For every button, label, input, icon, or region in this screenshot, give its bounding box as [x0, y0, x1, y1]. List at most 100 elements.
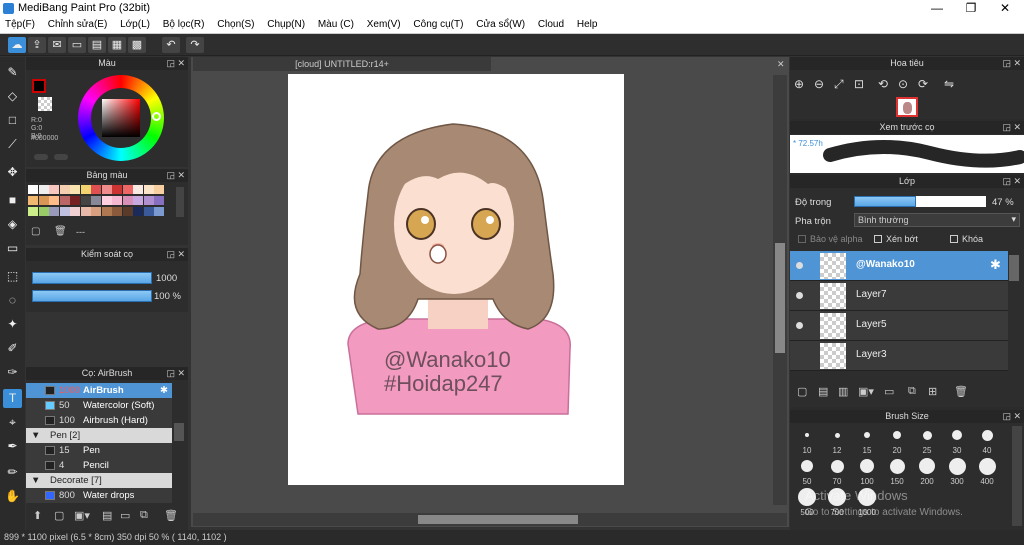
brush-size-option[interactable]: 10 — [794, 426, 820, 455]
actual-size-icon[interactable]: ⊡ — [854, 77, 864, 91]
protect-alpha-checkbox[interactable] — [798, 235, 806, 243]
menu-color[interactable]: Màu (C) — [313, 17, 359, 30]
color-swatch[interactable] — [154, 207, 164, 216]
color-swatch[interactable] — [143, 185, 154, 194]
brush-dropdown-icon[interactable]: ▣▾ — [74, 509, 90, 522]
panel-close-icon[interactable]: ◲ ✕ — [166, 169, 185, 182]
menu-file[interactable]: Tệp(F) — [0, 17, 40, 30]
color-swatch[interactable] — [133, 207, 143, 216]
color-swatch[interactable] — [101, 207, 112, 216]
visibility-icon[interactable] — [796, 262, 803, 269]
color-swatch[interactable] — [49, 207, 59, 216]
color-swatch[interactable] — [133, 185, 143, 194]
select-rect-icon[interactable]: ⬚ — [3, 267, 22, 286]
color-swatch[interactable] — [70, 185, 80, 194]
layer-row[interactable]: @Wanako10 ✱ — [790, 251, 1008, 281]
brush-size-option[interactable]: 150 — [884, 457, 910, 486]
color-swatch[interactable] — [80, 207, 91, 216]
folder-icon[interactable]: ▭ — [120, 509, 130, 522]
delete-layer-icon[interactable]: 🗑 — [954, 385, 968, 398]
gear-icon[interactable]: ✱ — [160, 383, 168, 398]
layer-menu-icon[interactable]: ▣▾ — [858, 385, 874, 398]
color-swatch[interactable] — [122, 185, 133, 194]
brush-size-option[interactable]: 25 — [914, 426, 940, 455]
menu-cloud[interactable]: Cloud — [533, 17, 569, 30]
visibility-icon[interactable] — [796, 292, 803, 299]
rectangle-tool-icon[interactable]: □ — [3, 111, 22, 130]
panel-close-icon[interactable]: ◲ ✕ — [1002, 121, 1021, 134]
foreground-color[interactable] — [32, 79, 46, 93]
line-tool-icon[interactable]: ⟋ — [3, 135, 22, 154]
color-swatch[interactable] — [49, 185, 59, 194]
color-swatch[interactable] — [38, 207, 49, 216]
color-swatch[interactable] — [38, 185, 49, 194]
bucket-tool-icon[interactable]: ◈ — [3, 215, 22, 234]
redo-icon[interactable]: ↷ — [186, 37, 204, 53]
saturation-square[interactable] — [102, 99, 140, 137]
brush-opacity-slider[interactable] — [32, 290, 152, 302]
chat-icon[interactable]: ▭ — [68, 37, 86, 53]
new-brush-icon[interactable]: ▢ — [54, 509, 64, 522]
add-brush-icon[interactable]: ⬆ — [33, 509, 42, 522]
expand-icon[interactable]: ▼ — [31, 428, 40, 443]
duplicate-layer-icon[interactable]: ⧉ — [908, 385, 916, 398]
color-swatch[interactable] — [80, 185, 91, 194]
page-icon[interactable]: ▤ — [88, 37, 106, 53]
brush-size-option[interactable]: 30 — [944, 426, 970, 455]
fit-icon[interactable]: ⤢ — [834, 77, 844, 92]
menu-edit[interactable]: Chỉnh sửa(E) — [43, 17, 113, 30]
text-tool-icon[interactable]: T — [3, 389, 22, 408]
cloud-icon[interactable]: ☁ — [8, 37, 26, 53]
menu-layer[interactable]: Lớp(L) — [115, 17, 155, 30]
new-halftone-layer-icon[interactable]: ▤ — [818, 385, 828, 398]
color-swatch[interactable] — [70, 207, 80, 216]
horizontal-scroll-thumb[interactable] — [418, 515, 578, 524]
share-icon[interactable]: ⇪ — [28, 37, 46, 53]
color-swatch[interactable] — [133, 196, 143, 205]
brush-group[interactable]: ▼ Decorate [7] — [26, 473, 172, 488]
maximize-button[interactable]: ❐ — [954, 0, 988, 17]
horizontal-scrollbar[interactable] — [193, 513, 787, 526]
lasso-tool-icon[interactable]: ◌ — [3, 291, 22, 310]
brush-size-option[interactable]: 70 — [824, 457, 850, 486]
brush-item[interactable]: 4 Pencil — [26, 458, 172, 473]
brush-size-option[interactable]: 400 — [974, 457, 1000, 486]
close-button[interactable]: ✕ — [988, 0, 1022, 17]
menu-snap[interactable]: Chụp(N) — [262, 17, 310, 30]
brush-size-scrollbar[interactable] — [1012, 426, 1022, 526]
color-swatch[interactable] — [154, 185, 164, 194]
select-pen-icon[interactable]: ✐ — [3, 339, 22, 358]
panel-close-icon[interactable]: ◲ ✕ — [166, 367, 185, 380]
color-swatch[interactable] — [28, 185, 38, 194]
magic-wand-icon[interactable]: ✦ — [3, 315, 22, 334]
color-swatch[interactable] — [112, 207, 122, 216]
lock-checkbox[interactable] — [950, 235, 958, 243]
layer-row[interactable]: Layer5 — [790, 311, 1008, 341]
brush-size-option[interactable]: 50 — [794, 457, 820, 486]
brush-size-option[interactable]: 100 — [854, 457, 880, 486]
palette-swatches[interactable] — [28, 185, 166, 221]
merge-layer-icon[interactable]: ⊞ — [928, 385, 937, 398]
new-layer-icon[interactable]: ▢ — [797, 385, 807, 398]
new-8bit-layer-icon[interactable]: ▥ — [838, 385, 848, 398]
brush-tool-icon[interactable]: ✎ — [3, 63, 22, 82]
zoom-out-icon[interactable]: ⊖ — [814, 77, 824, 91]
color-swatch[interactable] — [91, 196, 101, 205]
document-tab[interactable]: [cloud] UNTITLED:r14+ — [193, 57, 491, 71]
panel-close-icon[interactable]: ◲ ✕ — [166, 57, 185, 70]
panel-close-icon[interactable]: ◲ ✕ — [166, 248, 185, 261]
color-swatch[interactable] — [59, 196, 70, 205]
operation-tool-icon[interactable]: ⌖ — [3, 413, 22, 432]
clipping-checkbox[interactable] — [874, 235, 882, 243]
select-eraser-icon[interactable]: ✑ — [3, 363, 22, 382]
vertical-scrollbar[interactable] — [773, 75, 787, 505]
brush-item[interactable]: 1000 AirBrush ✱ — [26, 383, 172, 398]
color-swatch[interactable] — [91, 185, 101, 194]
visibility-icon[interactable] — [796, 322, 803, 329]
color-swatch[interactable] — [28, 207, 38, 216]
brush-size-option[interactable]: 12 — [824, 426, 850, 455]
palette-scrollbar[interactable] — [176, 187, 184, 217]
layer-folder-icon[interactable]: ▭ — [884, 385, 894, 398]
color-swatch[interactable] — [112, 196, 122, 205]
color-picker-icon[interactable] — [54, 154, 68, 160]
